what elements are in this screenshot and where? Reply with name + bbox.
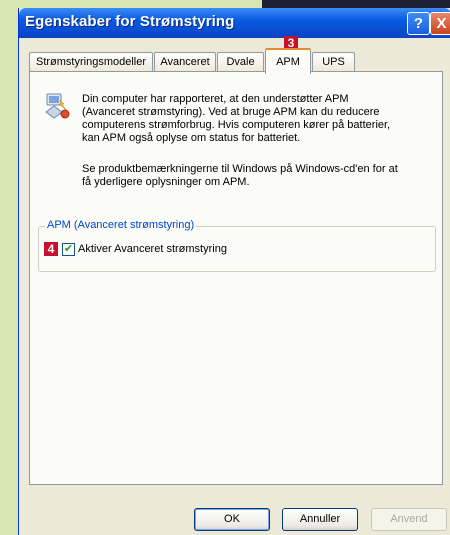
enable-apm-checkbox[interactable]: ✔ bbox=[62, 243, 75, 256]
apply-button[interactable]: Anvend bbox=[371, 508, 447, 531]
properties-dialog: Egenskaber for Strømstyring ? X Strømsty… bbox=[18, 8, 450, 535]
description-line: Din computer har rapporteret, at den und… bbox=[82, 93, 349, 105]
window-title: Egenskaber for Strømstyring bbox=[25, 13, 235, 30]
tab-hibernate[interactable]: Dvale bbox=[217, 52, 264, 72]
title-bar[interactable]: Egenskaber for Strømstyring ? X bbox=[19, 8, 450, 38]
group-label: APM (Avanceret strømstyring) bbox=[45, 219, 197, 231]
description-line: computerens strømforbrug. Hvis computere… bbox=[82, 119, 391, 131]
tab-advanced[interactable]: Avanceret bbox=[154, 52, 216, 72]
cancel-button[interactable]: Annuller bbox=[282, 508, 358, 531]
callout-badge-4: 4 bbox=[44, 242, 58, 256]
help-button[interactable]: ? bbox=[407, 12, 430, 35]
info-line: få yderligere oplysninger om APM. bbox=[82, 176, 250, 188]
apm-tab-panel: Din computer har rapporteret, at den und… bbox=[29, 71, 443, 485]
tab-apm[interactable]: APM bbox=[265, 48, 311, 74]
apm-description: Din computer har rapporteret, at den und… bbox=[82, 93, 436, 145]
info-line: Se produktbemærkningerne til Windows på … bbox=[82, 163, 398, 175]
ok-button[interactable]: OK bbox=[194, 508, 270, 531]
enable-apm-label[interactable]: Aktiver Avanceret strømstyring bbox=[78, 243, 227, 255]
tab-power-schemes[interactable]: Strømstyringsmodeller bbox=[29, 52, 153, 72]
description-line: (Avanceret strømstyring). Ved at bruge A… bbox=[82, 106, 380, 118]
description-line: kan APM også oplyse om status for batter… bbox=[82, 132, 301, 144]
apm-more-info: Se produktbemærkningerne til Windows på … bbox=[82, 163, 436, 189]
close-button[interactable]: X bbox=[430, 12, 450, 35]
tab-ups[interactable]: UPS bbox=[312, 52, 355, 72]
power-management-icon bbox=[45, 93, 70, 119]
